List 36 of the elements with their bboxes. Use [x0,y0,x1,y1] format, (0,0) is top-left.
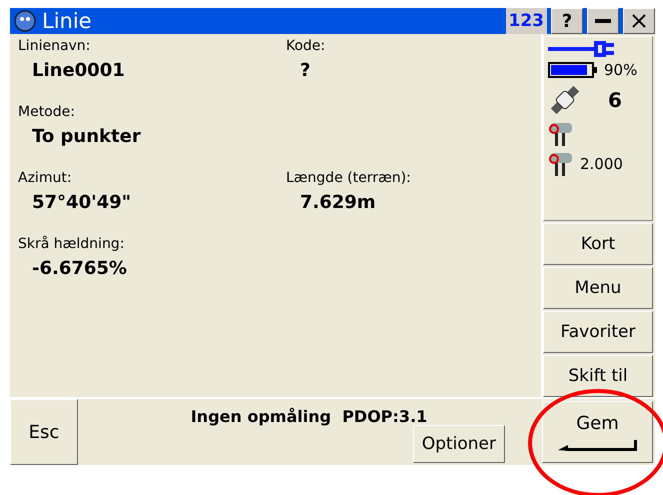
satellite-count: 6 [608,88,622,112]
save-button[interactable]: Gem [542,401,653,463]
field-value: ? [299,59,312,81]
receiver-icon [548,121,574,147]
receiver-icon [548,151,574,177]
battery-percent: 90% [604,61,638,79]
help-button[interactable]: ? [551,8,583,34]
field-value: -6.6765% [31,257,128,279]
esc-button[interactable]: Esc [10,399,78,465]
field-label: Metode: [18,104,76,120]
field-label: Azimut: [18,170,73,186]
close-button[interactable] [623,8,655,34]
field-label: Skrå hældning: [18,236,126,252]
side-menu-button[interactable]: Menu [543,267,653,309]
input-mode-indicator[interactable]: 123 [506,8,547,34]
side-menu-button[interactable]: Favoriter [543,311,653,353]
field-label: Linienavn: [18,38,92,54]
field-label: Længde (terræn): [286,170,412,186]
antenna-height: 2.000 [580,155,623,173]
status-message: Ingen opmåling PDOP:3.1 [190,407,428,426]
field-value: 57°40'49" [31,191,132,213]
side-menu-button[interactable]: Kort [543,223,653,265]
options-button[interactable]: Optioner [412,425,505,463]
minimize-icon [595,19,611,23]
field-value: To punkter [31,125,142,147]
side-menu-button[interactable]: Skift til [543,355,653,397]
field-value: 7.629m [299,191,377,213]
satellite-icon [548,83,582,117]
field-label: Kode: [286,38,326,54]
enter-key-icon [558,440,638,452]
app-logo-icon [12,9,38,33]
minimize-button[interactable] [587,8,619,34]
window-title: Linie [42,9,93,33]
close-icon [632,14,646,28]
battery-icon [548,62,598,78]
field-value: Line0001 [31,59,126,81]
